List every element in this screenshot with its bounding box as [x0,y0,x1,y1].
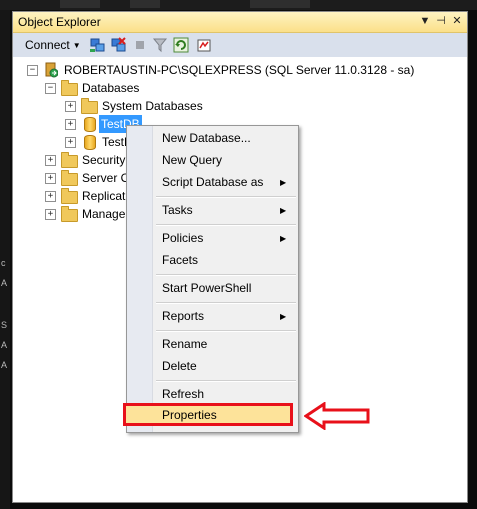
object-explorer-toolbar: Connect ▼ [13,33,467,57]
submenu-arrow-icon: ▶ [280,206,287,215]
menu-item-start-powershell[interactable]: Start PowerShell [162,281,251,295]
expand-icon[interactable]: + [65,137,76,148]
menu-item-tasks[interactable]: Tasks [162,203,193,217]
menu-separator [156,274,296,276]
submenu-arrow-icon: ▶ [280,178,287,187]
folder-icon [61,206,78,222]
database-context-menu: New Database... New Query Script Databas… [126,125,299,433]
folder-icon [61,80,78,96]
chevron-down-icon: ▼ [72,41,81,50]
database-icon [84,117,96,132]
expand-icon[interactable]: + [45,155,56,166]
menu-item-script-database-as[interactable]: Script Database as [162,175,263,189]
expand-icon[interactable]: + [65,101,76,112]
menu-item-new-database[interactable]: New Database... [162,131,251,145]
background-top-strip [0,0,477,10]
menu-separator [156,302,296,304]
background-left-edge: cAS AA [0,10,10,509]
background-tab [60,0,100,8]
menu-separator [156,380,296,382]
menu-separator [156,224,296,226]
window-title: Object Explorer [18,15,101,29]
menu-item-delete[interactable]: Delete [162,359,197,373]
tree-node-server[interactable]: − ROBERTAUSTIN-PC\SQLEXPRESS (SQL Server… [13,61,467,79]
server-objects-label: Server O [82,171,131,185]
background-tab [130,0,160,8]
menu-item-refresh[interactable]: Refresh [162,387,204,401]
folder-icon [61,170,78,186]
menu-item-properties-highlight[interactable]: Properties [123,403,293,426]
replication-label: Replicati [82,189,129,203]
menu-item-new-query[interactable]: New Query [162,153,222,167]
disconnect-icon[interactable] [110,37,126,53]
connect-object-explorer-icon[interactable] [89,37,105,53]
server-label: ROBERTAUSTIN-PC\SQLEXPRESS (SQL Server 1… [64,63,415,77]
close-button[interactable]: ✕ [450,14,464,28]
expand-icon[interactable]: + [45,209,56,220]
menu-item-rename[interactable]: Rename [162,337,207,351]
database-icon [84,135,96,150]
menu-item-properties[interactable]: Properties [162,408,217,422]
folder-icon [61,188,78,204]
folder-icon [61,152,78,168]
stop-icon[interactable] [132,37,148,53]
menu-item-policies[interactable]: Policies [162,231,203,245]
connect-label: Connect [25,38,70,52]
server-icon [45,62,58,78]
menu-item-reports[interactable]: Reports [162,309,204,323]
collapse-icon[interactable]: − [27,65,38,76]
activity-monitor-icon[interactable] [196,37,212,53]
tree-node-system-databases[interactable]: + System Databases [13,97,467,115]
menu-item-facets[interactable]: Facets [162,253,198,267]
expand-icon[interactable]: + [65,119,76,130]
menu-separator [156,196,296,198]
filter-icon[interactable] [152,37,168,53]
expand-icon[interactable]: + [45,173,56,184]
tree-node-databases[interactable]: − Databases [13,79,467,97]
security-label: Security [82,153,126,167]
menu-separator [156,330,296,332]
submenu-arrow-icon: ▶ [280,234,287,243]
submenu-arrow-icon: ▶ [280,312,287,321]
annotation-arrow-icon [304,402,370,430]
background-tab [250,0,310,8]
auto-hide-pin-button[interactable]: ⊣ [434,14,448,28]
expand-icon[interactable]: + [45,191,56,202]
window-position-dropdown-button[interactable]: ▼ [418,14,432,28]
menu-icon-gutter [127,126,153,432]
refresh-icon[interactable] [173,37,189,53]
folder-icon [81,98,98,114]
system-databases-label: System Databases [102,99,203,113]
connect-button[interactable]: Connect ▼ [25,38,81,52]
databases-label: Databases [82,81,140,95]
management-label: Manage [82,207,126,221]
object-explorer-titlebar: Object Explorer ▼ ⊣ ✕ [13,12,467,33]
collapse-icon[interactable]: − [45,83,56,94]
